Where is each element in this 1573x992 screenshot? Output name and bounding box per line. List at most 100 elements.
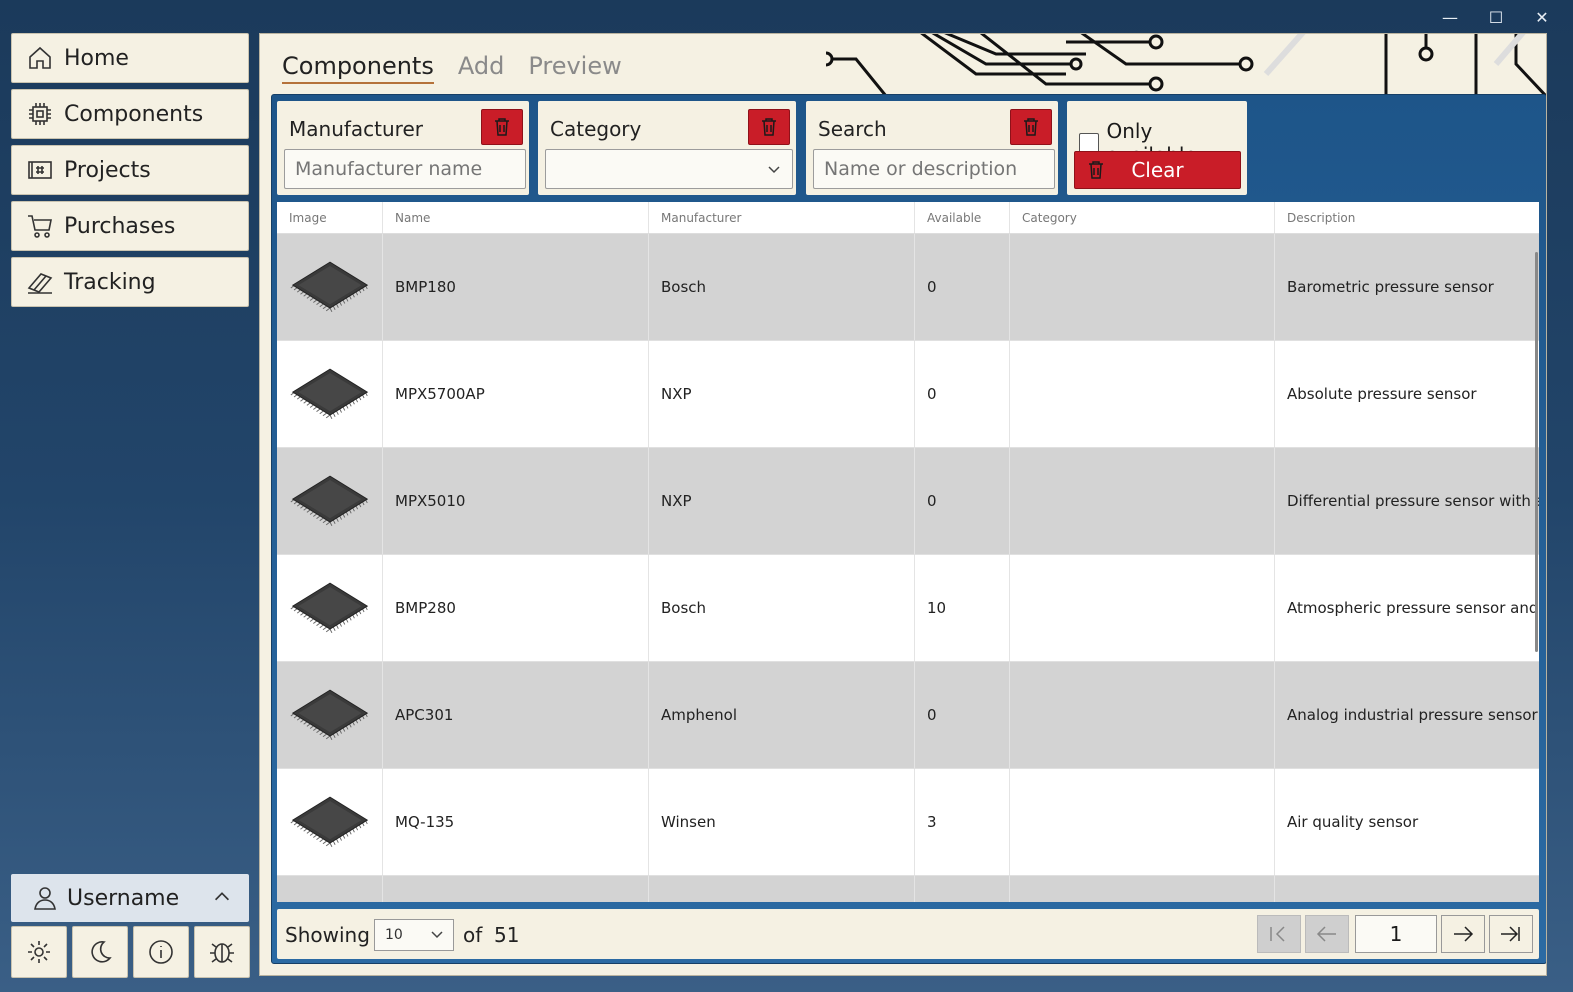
component-manufacturer: Bosch (649, 234, 915, 340)
close-icon[interactable]: ✕ (1519, 6, 1565, 28)
component-available: 0 (915, 341, 1010, 447)
trash-icon (762, 118, 776, 136)
component-name: APC301 (383, 662, 649, 768)
page-size-value: 10 (385, 927, 403, 943)
search-input[interactable] (813, 149, 1055, 189)
clear-category-button[interactable] (748, 109, 790, 145)
debug-button[interactable] (194, 926, 250, 978)
components-content: Manufacturer Category Search (271, 94, 1546, 964)
table-row[interactable]: MPX5010 NXP 0 Differential pressure sensor … (277, 448, 1539, 555)
component-description: Absolute pressure sensor (1287, 385, 1477, 403)
maximize-icon[interactable]: ☐ (1473, 6, 1519, 28)
table-row[interactable]: BMP280 Bosch 10 Atmospheric pressure sensor… (277, 555, 1539, 662)
column-header-description[interactable]: Description (1275, 202, 1539, 233)
component-category (1010, 769, 1275, 875)
sidebar-item-purchases[interactable]: Purchases (11, 201, 249, 251)
about-button[interactable] (133, 926, 189, 978)
board-icon (28, 161, 52, 179)
component-image (277, 662, 383, 768)
previous-page-button[interactable] (1305, 915, 1349, 953)
manufacturer-input[interactable] (284, 149, 526, 189)
column-header-manufacturer[interactable]: Manufacturer (649, 202, 915, 233)
component-name: MPX5010 (383, 448, 649, 554)
table-scrollbar[interactable] (1535, 252, 1538, 652)
tab-components[interactable]: Components (282, 52, 434, 84)
user-menu-button[interactable]: Username (11, 874, 249, 922)
column-header-category[interactable]: Category (1010, 202, 1275, 233)
category-select[interactable] (545, 149, 793, 189)
column-header-name[interactable]: Name (383, 202, 649, 233)
component-manufacturer: Winsen (649, 769, 915, 875)
chip-image (290, 475, 368, 527)
component-category (1010, 448, 1275, 554)
component-name: MQ-135 (383, 769, 649, 875)
showing-label: Showing (285, 923, 370, 947)
only-available-checkbox[interactable] (1079, 133, 1099, 153)
sidebar-item-home[interactable]: Home (11, 33, 249, 83)
component-available: 3 (915, 769, 1010, 875)
component-manufacturer: Bosch (649, 555, 915, 661)
tab-preview[interactable]: Preview (528, 52, 621, 84)
tab-add[interactable]: Add (458, 52, 504, 84)
clear-filters-button[interactable]: Clear (1074, 151, 1241, 189)
clear-label: Clear (1131, 158, 1184, 182)
sidebar-item-label: Tracking (64, 269, 156, 295)
clear-manufacturer-button[interactable] (481, 109, 523, 145)
component-name: MPX5700AP (383, 341, 649, 447)
window-controls: — ☐ ✕ (1427, 6, 1565, 28)
component-name: BMP280 (383, 555, 649, 661)
table-row[interactable]: APC301 Amphenol 0 Analog industrial pressur… (277, 662, 1539, 769)
sidebar-item-label: Components (64, 101, 204, 127)
column-header-image[interactable]: Image (277, 202, 383, 233)
component-manufacturer: NXP (649, 341, 915, 447)
chevron-down-icon (431, 931, 443, 939)
last-page-icon (1501, 926, 1520, 942)
main-panel: Components Add Preview Manufacturer Cate… (259, 33, 1547, 976)
last-page-button[interactable] (1489, 915, 1533, 953)
settings-button[interactable] (11, 926, 67, 978)
clear-search-button[interactable] (1010, 109, 1052, 145)
chip-image (290, 368, 368, 420)
component-available: 0 (915, 448, 1010, 554)
page-number-input[interactable]: 1 (1355, 915, 1437, 953)
table-row[interactable]: MQ-135 Winsen 3 Air quality sensor (277, 769, 1539, 876)
chevron-down-icon (768, 166, 780, 174)
first-page-icon (1270, 926, 1285, 942)
tracking-icon (27, 273, 53, 294)
component-image (277, 769, 383, 875)
component-name: BMP180 (383, 234, 649, 340)
sidebar-item-projects[interactable]: Projects (11, 145, 249, 195)
home-icon (29, 46, 51, 69)
sidebar: Home Components Projects Purchases Track… (11, 33, 249, 313)
manufacturer-label: Manufacturer (289, 117, 423, 141)
pagination-bar: Showing 10 of 51 1 (277, 909, 1539, 959)
manufacturer-filter: Manufacturer (277, 101, 529, 195)
component-category (1010, 555, 1275, 661)
sidebar-item-label: Projects (64, 157, 151, 183)
components-table: Image Name Manufacturer Available Catego… (277, 202, 1539, 902)
trash-icon (1089, 161, 1103, 179)
user-icon (34, 887, 56, 910)
component-description: Atmospheric pressure sensor and (1287, 599, 1539, 617)
column-header-available[interactable]: Available (915, 202, 1010, 233)
component-image (277, 448, 383, 554)
page-size-select[interactable]: 10 (374, 919, 454, 951)
total-count: 51 (494, 923, 520, 947)
trash-icon (1024, 118, 1038, 136)
table-row[interactable]: BMP180 Bosch 0 Barometric pressure sensor (277, 234, 1539, 341)
category-label: Category (550, 117, 642, 141)
minimize-icon[interactable]: — (1427, 6, 1473, 28)
component-image (277, 341, 383, 447)
chip-image (290, 582, 368, 634)
first-page-button[interactable] (1257, 915, 1301, 953)
sidebar-item-label: Purchases (64, 213, 176, 239)
next-page-button[interactable] (1441, 915, 1485, 953)
bug-icon (210, 943, 234, 963)
sidebar-item-tracking[interactable]: Tracking (11, 257, 249, 307)
theme-toggle-button[interactable] (72, 926, 128, 978)
tab-bar: Components Add Preview (282, 52, 622, 84)
table-row[interactable]: MPX5700AP NXP 0 Absolute pressure sensor (277, 341, 1539, 448)
sidebar-item-components[interactable]: Components (11, 89, 249, 139)
chip-image (290, 261, 368, 313)
username-label: Username (67, 885, 180, 911)
